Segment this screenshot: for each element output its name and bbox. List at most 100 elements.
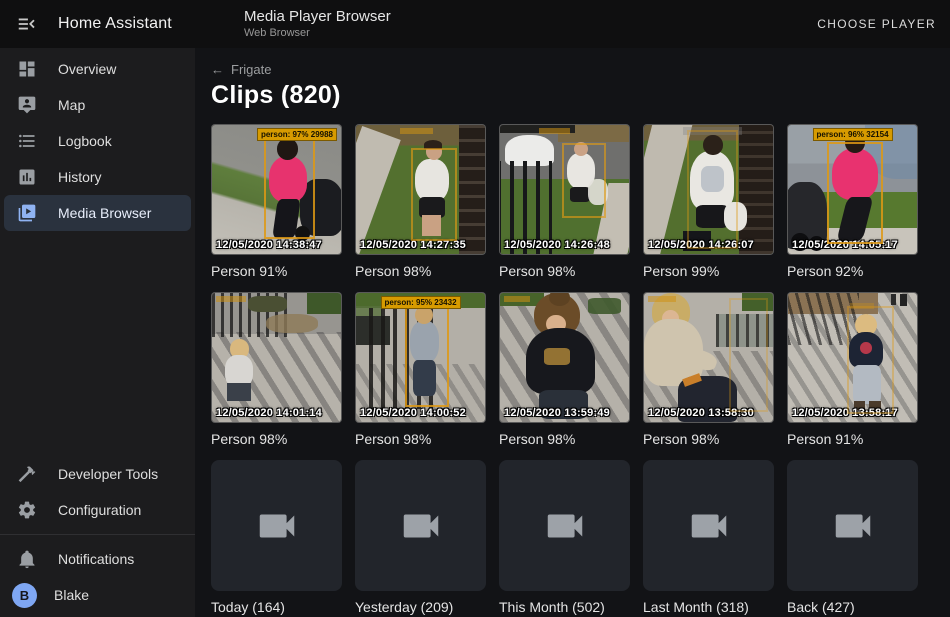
clip-timestamp: 12/05/2020 13:59:49 [504,407,610,419]
gear-icon [15,498,39,522]
folder-card-last-month[interactable]: Last Month (318) [643,460,774,616]
clip-card[interactable]: person: 97% 29988 12/05/2020 14:38:47 Pe… [211,124,342,280]
clip-card[interactable]: person: 95% 23432 12/05/2020 14:00:52 Pe… [355,292,486,448]
clip-timestamp: 12/05/2020 14:01:14 [216,407,322,419]
chart-box-icon [15,165,39,189]
folder-card-today[interactable]: Today (164) [211,460,342,616]
clip-card[interactable]: 12/05/2020 14:27:35 Person 98% [355,124,486,280]
clip-thumbnail[interactable]: 12/05/2020 14:27:35 [355,124,486,255]
folder-label: Back (427) [787,598,918,616]
breadcrumb-label: Frigate [231,62,271,77]
clip-caption: Person 91% [787,430,918,448]
folder-card-back[interactable]: Back (427) [787,460,918,616]
hammer-icon [15,462,39,486]
detection-label: person: 96% 32154 [812,128,892,141]
clip-timestamp: 12/05/2020 14:38:47 [216,239,322,251]
clip-thumbnail[interactable]: 12/05/2020 13:58:30 [643,292,774,423]
topbar-left-section: Home Assistant [0,11,195,37]
clip-thumbnail[interactable]: 12/05/2020 14:01:14 [211,292,342,423]
sidebar-item-configuration[interactable]: Configuration [4,492,191,528]
clip-card[interactable]: 12/05/2020 14:01:14 Person 98% [211,292,342,448]
clip-photo [500,293,629,422]
folder-thumbnail[interactable] [211,460,342,591]
folder-label: Last Month (318) [643,598,774,616]
folder-card-yesterday[interactable]: Yesterday (209) [355,460,486,616]
detection-bounding-box [827,142,884,244]
sidebar-item-logbook[interactable]: Logbook [4,123,191,159]
clip-card[interactable]: 12/05/2020 13:58:30 Person 98% [643,292,774,448]
clip-caption: Person 98% [499,262,630,280]
folder-thumbnail[interactable] [787,460,918,591]
sidebar-item-notifications[interactable]: Notifications [4,541,191,577]
detection-bounding-box [687,130,739,249]
clip-thumbnail[interactable]: 12/05/2020 14:26:48 [499,124,630,255]
media-player-header: Media Player Browser Web Browser [244,8,391,40]
sidebar-bottom-pad [0,613,195,617]
sidebar-item-profile[interactable]: B Blake [4,577,191,613]
breadcrumb-back-frigate[interactable]: ← Frigate [211,60,271,79]
sidebar-item-developer-tools[interactable]: Developer Tools [4,456,191,492]
sidebar-item-label: History [58,169,102,185]
clip-thumbnail[interactable]: person: 95% 23432 12/05/2020 14:00:52 [355,292,486,423]
bell-icon [15,547,39,571]
clip-thumbnail[interactable]: person: 96% 32154 12/05/2020 14:05:17 [787,124,918,255]
user-avatar: B [12,583,37,608]
clip-photo [788,293,917,422]
clip-caption: Person 98% [643,430,774,448]
clip-card[interactable]: 12/05/2020 13:59:49 Person 98% [499,292,630,448]
clip-photo [212,125,341,254]
folder-label: Today (164) [211,598,342,616]
clip-photo [356,293,485,422]
detection-bounding-box [729,298,768,412]
clip-thumbnail[interactable]: 12/05/2020 14:26:07 [643,124,774,255]
clip-thumbnail[interactable]: person: 97% 29988 12/05/2020 14:38:47 [211,124,342,255]
sidebar: Overview Map Logbook History [0,48,195,617]
folder-card-this-month[interactable]: This Month (502) [499,460,630,616]
sidebar-item-label: Media Browser [58,205,151,221]
clip-photo [356,125,485,254]
clip-card[interactable]: person: 96% 32154 12/05/2020 14:05:17 Pe… [787,124,918,280]
clip-photo [644,125,773,254]
play-box-multiple-icon [15,201,39,225]
folder-thumbnail[interactable] [355,460,486,591]
sidebar-item-media-browser[interactable]: Media Browser [4,195,191,231]
media-browser-content: ← Frigate Clips (820) person: 97% 29988 … [195,48,950,617]
clip-card[interactable]: 12/05/2020 14:26:07 Person 99% [643,124,774,280]
sidebar-divider [0,534,195,535]
choose-player-button[interactable]: CHOOSE PLAYER [817,17,936,31]
clip-caption: Person 98% [355,430,486,448]
back-arrow-icon: ← [211,62,224,77]
user-name: Blake [54,587,89,603]
sidebar-item-map[interactable]: Map [4,87,191,123]
clip-card[interactable]: 12/05/2020 13:58:17 Person 91% [787,292,918,448]
folder-label: This Month (502) [499,598,630,616]
sidebar-item-label: Configuration [58,502,141,518]
page-title: Clips (820) [211,81,950,110]
top-app-bar: Home Assistant Media Player Browser Web … [0,0,950,48]
clip-caption: Person 99% [643,262,774,280]
clip-caption: Person 92% [787,262,918,280]
sidebar-spacer [0,231,195,456]
view-dashboard-icon [15,57,39,81]
folder-thumbnail[interactable] [499,460,630,591]
sidebar-toggle-icon [16,13,38,35]
clips-grid: person: 97% 29988 12/05/2020 14:38:47 Pe… [211,124,950,617]
sidebar-item-history[interactable]: History [4,159,191,195]
clip-thumbnail[interactable]: 12/05/2020 13:58:17 [787,292,918,423]
clip-card[interactable]: 12/05/2020 14:26:48 Person 98% [499,124,630,280]
page-header-subtitle: Web Browser [244,27,391,40]
clip-photo [788,125,917,254]
clip-thumbnail[interactable]: 12/05/2020 13:59:49 [499,292,630,423]
detection-label: person: 97% 29988 [257,128,337,141]
sidebar-item-overview[interactable]: Overview [4,51,191,87]
detection-bounding-box [405,303,449,406]
clip-photo [500,125,629,254]
clip-timestamp: 12/05/2020 14:00:52 [360,407,466,419]
clip-caption: Person 98% [211,430,342,448]
folder-thumbnail[interactable] [643,460,774,591]
clip-caption: Person 98% [355,262,486,280]
list-bulleted-icon [15,129,39,153]
tooltip-account-icon [15,93,39,117]
sidebar-item-label: Map [58,97,85,113]
menu-toggle-button[interactable] [14,11,40,37]
